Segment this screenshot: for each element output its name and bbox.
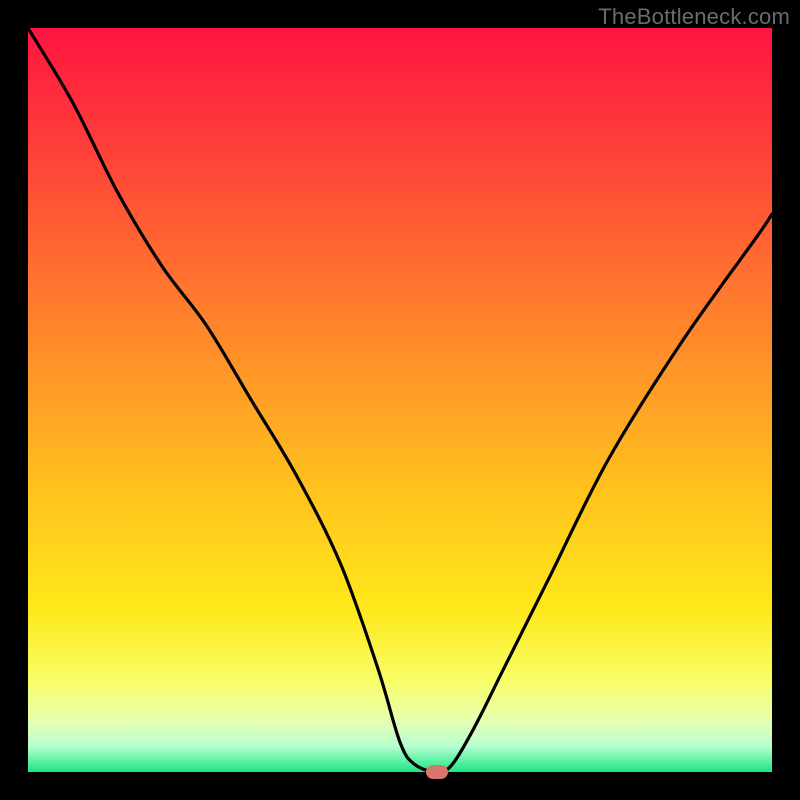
gradient-background: [28, 28, 772, 772]
watermark-text: TheBottleneck.com: [598, 4, 790, 30]
plot-area: [28, 28, 772, 772]
plot-svg: [28, 28, 772, 772]
chart-frame: TheBottleneck.com: [0, 0, 800, 800]
optimal-point-marker: [426, 765, 448, 779]
